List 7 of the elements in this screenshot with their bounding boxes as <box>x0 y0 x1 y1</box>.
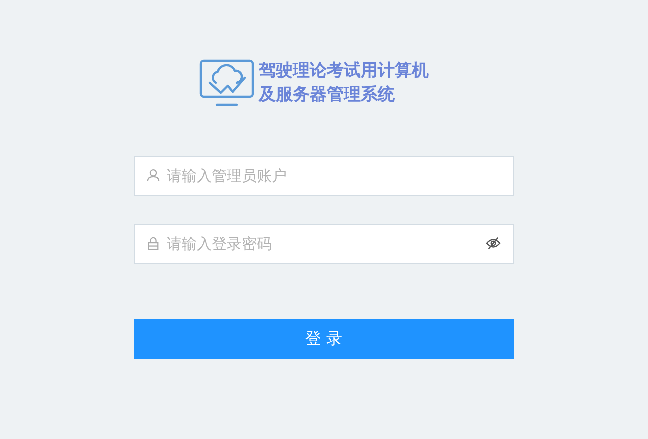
monitor-cloud-icon <box>199 59 255 107</box>
input-field[interactable]: 请输入登录密码 <box>134 224 514 264</box>
input-field[interactable]: 请输入管理员账户 <box>134 156 514 196</box>
app-title: 及服务器管理系统 <box>259 84 396 107</box>
app-title: 驾驶理论考试用计算机 <box>259 60 429 83</box>
eye-slash-icon[interactable] <box>486 237 501 250</box>
login-button[interactable]: 登 录 <box>134 319 514 359</box>
